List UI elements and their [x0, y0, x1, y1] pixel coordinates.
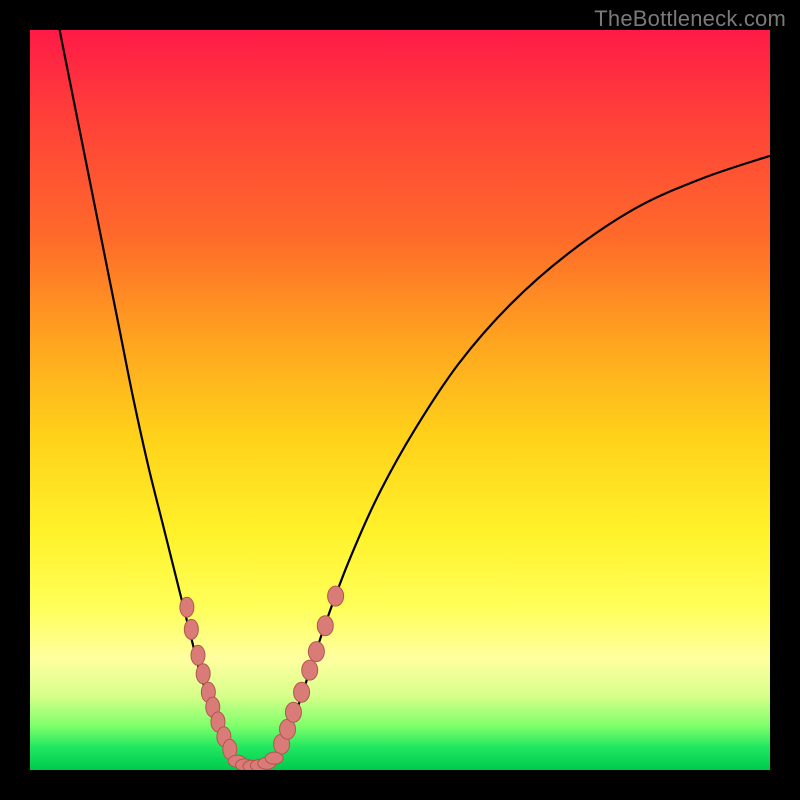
right-marker — [302, 660, 318, 680]
chart-svg — [30, 30, 770, 770]
right-marker — [328, 586, 344, 606]
plot-area — [30, 30, 770, 770]
curve-group — [60, 30, 770, 767]
outer-frame: TheBottleneck.com — [0, 0, 800, 800]
right-marker — [285, 702, 301, 722]
right-marker — [308, 642, 324, 662]
left-marker — [191, 645, 205, 665]
watermark-text: TheBottleneck.com — [594, 6, 786, 32]
right-marker — [294, 682, 310, 702]
left-marker — [196, 664, 210, 684]
right-marker — [317, 616, 333, 636]
left-marker — [180, 597, 194, 617]
marker-group — [180, 586, 344, 770]
bottom-marker — [265, 752, 283, 764]
left-marker — [184, 619, 198, 639]
bottleneck-curve — [60, 30, 770, 767]
